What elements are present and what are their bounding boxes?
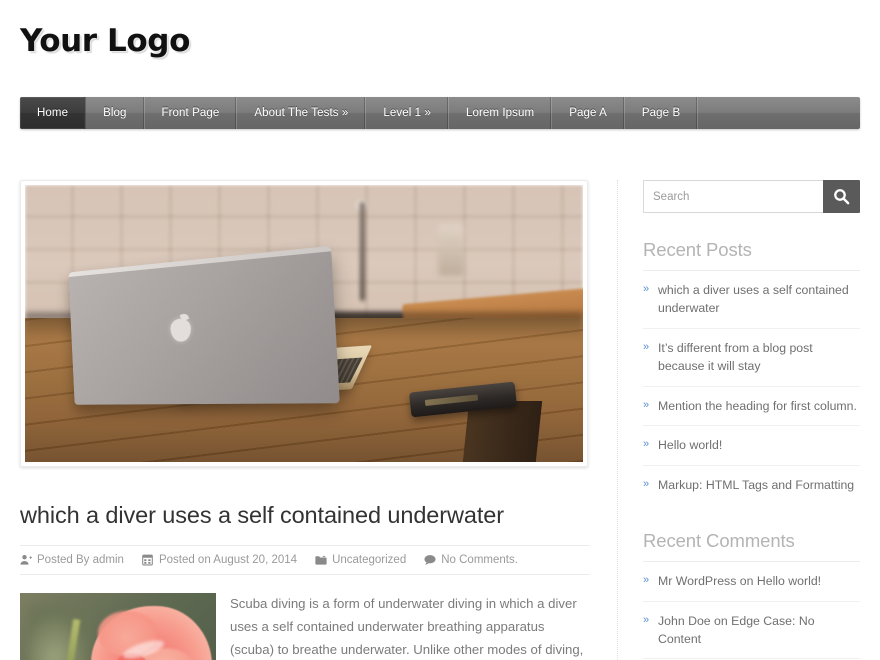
list-item[interactable]: » It’s different from a blog post becaus…: [643, 329, 860, 387]
meta-author[interactable]: Posted By admin: [20, 554, 124, 566]
search-button[interactable]: [823, 180, 860, 213]
page-content: which a diver uses a self contained unde…: [0, 160, 880, 660]
chevron-right-icon: »: [643, 398, 650, 411]
recent-post-link: which a diver uses a self contained unde…: [658, 283, 849, 316]
nav-item-home[interactable]: Home: [20, 97, 87, 129]
nav-item-about-the-tests[interactable]: About The Tests »: [237, 97, 367, 129]
image-background-jar: [437, 223, 464, 276]
recent-post-link: Markup: HTML Tags and Formatting: [658, 477, 855, 492]
nav-item-blog[interactable]: Blog: [86, 97, 145, 129]
recent-post-link: Mention the heading for first column.: [658, 398, 857, 413]
image-laptop-lid: [68, 245, 341, 405]
recent-comment-link: John Doe on Edge Case: No Content: [658, 613, 815, 646]
list-item[interactable]: » which a diver uses a self contained un…: [643, 271, 860, 329]
search-widget: [643, 180, 860, 213]
image-wall-object: [359, 201, 365, 302]
recent-post-link: Hello world!: [658, 438, 723, 453]
chevron-right-icon: »: [643, 438, 650, 451]
sidebar: Recent Posts » which a diver uses a self…: [643, 180, 860, 660]
meta-comments[interactable]: No Comments.: [424, 554, 518, 566]
chevron-right-icon: »: [643, 477, 650, 490]
search-icon: [833, 188, 850, 205]
nav-item-lorem-ipsum[interactable]: Lorem Ipsum: [449, 97, 553, 129]
chevron-right-icon: »: [643, 283, 650, 295]
post-meta: Posted By admin Posted on August 20, 201…: [20, 545, 590, 576]
comment-icon: [424, 554, 436, 566]
post-excerpt: Scuba diving is a form of underwater div…: [230, 596, 584, 657]
page-root: Your Logo Home Blog Front Page About The…: [0, 0, 880, 660]
meta-author-label: Posted By admin: [37, 554, 124, 567]
meta-comments-label: No Comments.: [441, 554, 518, 567]
meta-date-label: Posted on August 20, 2014: [158, 554, 298, 567]
widget-title-recent-posts: Recent Posts: [643, 239, 860, 271]
meta-category-label: Uncategorized: [332, 554, 407, 567]
main-column: which a diver uses a self contained unde…: [20, 160, 590, 660]
chevron-right-icon: »: [643, 574, 650, 587]
recent-comment-link: Mr WordPress on Hello world!: [658, 574, 822, 589]
calendar-icon: [142, 554, 154, 566]
meta-date[interactable]: Posted on August 20, 2014: [142, 554, 297, 566]
thumbnail-background-blur: [27, 603, 95, 660]
nav-item-front-page[interactable]: Front Page: [145, 97, 238, 129]
list-item[interactable]: » Hello world!: [643, 426, 860, 466]
list-item[interactable]: » Markup: HTML Tags and Formatting: [643, 466, 860, 504]
column-divider: [617, 180, 618, 660]
widget-recent-comments: Recent Comments » Mr WordPress on Hello …: [643, 530, 860, 660]
recent-post-link: It’s different from a blog post because …: [658, 340, 813, 374]
post-body: Scuba diving is a form of underwater div…: [20, 593, 590, 660]
post-title[interactable]: which a diver uses a self contained unde…: [20, 501, 590, 529]
nav-item-page-b[interactable]: Page B: [625, 97, 699, 129]
folder-icon: [315, 554, 327, 566]
list-item[interactable]: » Mr WordPress on Hello world!: [643, 562, 860, 602]
recent-posts-list: » which a diver uses a self contained un…: [643, 271, 860, 504]
chevron-right-icon: »: [643, 613, 650, 626]
user-icon: [20, 554, 32, 566]
nav-item-page-a[interactable]: Page A: [552, 97, 625, 129]
search-input[interactable]: [643, 180, 823, 213]
featured-image-laptop-on-desk: [25, 185, 583, 462]
nav-filler: [698, 97, 860, 129]
site-header: Your Logo: [0, 0, 880, 90]
widget-recent-posts: Recent Posts » which a diver uses a self…: [643, 239, 860, 504]
featured-image-frame[interactable]: [20, 180, 588, 467]
nav-item-level-1[interactable]: Level 1 »: [366, 97, 449, 129]
recent-comments-list: » Mr WordPress on Hello world! » John Do…: [643, 562, 860, 660]
primary-navigation: Home Blog Front Page About The Tests » L…: [20, 97, 860, 129]
list-item[interactable]: » John Doe on Edge Case: No Content: [643, 602, 860, 660]
list-item[interactable]: » Mention the heading for first column.: [643, 387, 860, 427]
site-logo[interactable]: Your Logo: [20, 26, 190, 57]
widget-title-recent-comments: Recent Comments: [643, 530, 860, 563]
apple-logo-icon: [171, 317, 193, 342]
meta-category[interactable]: Uncategorized: [315, 554, 406, 566]
chevron-right-icon: »: [643, 340, 650, 353]
post-thumbnail-rose[interactable]: [20, 593, 216, 660]
